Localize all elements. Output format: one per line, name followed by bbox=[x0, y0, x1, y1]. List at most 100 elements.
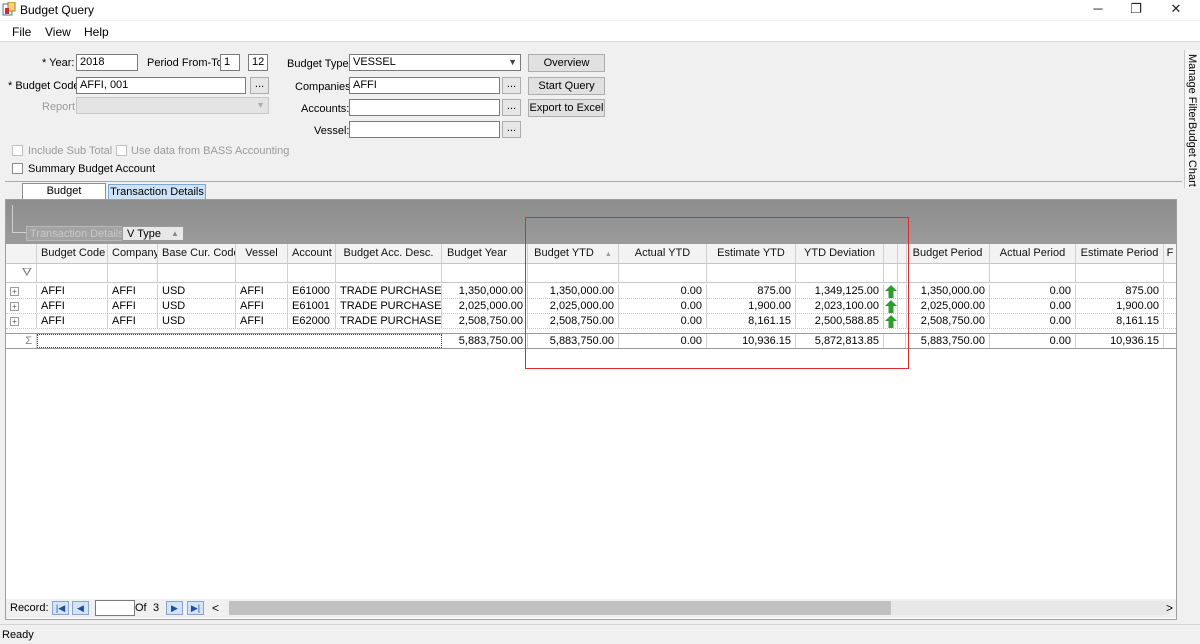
expand-plus-icon[interactable]: + bbox=[10, 302, 19, 311]
group-chip-transaction-details[interactable]: Transaction Details bbox=[26, 226, 128, 241]
minimize-button[interactable]: ─ bbox=[1080, 0, 1116, 20]
cell-account: E61001 bbox=[288, 299, 336, 313]
filter-cell[interactable] bbox=[442, 264, 528, 282]
accounts-browse-button[interactable]: ... bbox=[502, 99, 521, 116]
cell-estimate-period: 1,900.00 bbox=[1076, 299, 1164, 313]
companies-label: Companies: bbox=[295, 81, 354, 93]
companies-browse-button[interactable]: ... bbox=[502, 77, 521, 94]
cell-company: AFFI bbox=[108, 314, 158, 328]
filter-cell[interactable] bbox=[990, 264, 1076, 282]
scrollbar-thumb[interactable] bbox=[229, 601, 891, 615]
use-bass-checkbox[interactable] bbox=[116, 145, 127, 156]
sum-estimate-period: 10,936.15 bbox=[1076, 334, 1164, 348]
chevron-down-icon: ▼ bbox=[508, 57, 517, 67]
summary-budget-account-checkbox[interactable] bbox=[12, 163, 23, 174]
first-record-icon[interactable]: |◀ bbox=[52, 601, 69, 615]
col-budget-acc-desc[interactable]: Budget Acc. Desc. bbox=[336, 244, 442, 263]
highlight-box bbox=[525, 217, 909, 369]
horizontal-scrollbar[interactable] bbox=[229, 601, 1169, 615]
filter-cell[interactable] bbox=[37, 264, 108, 282]
cell-budget-period: 1,350,000.00 bbox=[906, 284, 990, 298]
chevron-down-icon: ▼ bbox=[256, 100, 265, 110]
status-bar: Ready bbox=[0, 624, 1200, 644]
last-record-icon[interactable]: ▶| bbox=[187, 601, 204, 615]
row-expander[interactable]: + bbox=[6, 314, 37, 328]
menu-file[interactable]: File bbox=[12, 25, 31, 39]
cell-estimate-period: 8,161.15 bbox=[1076, 314, 1164, 328]
budget-code-browse-button[interactable]: ... bbox=[250, 77, 269, 94]
cell-base-cur: USD bbox=[158, 284, 236, 298]
filter-icon[interactable]: ⛛ bbox=[6, 264, 37, 282]
filter-cell[interactable] bbox=[1076, 264, 1164, 282]
col-actual-period[interactable]: Actual Period bbox=[990, 244, 1076, 263]
row-expander[interactable]: + bbox=[6, 299, 37, 313]
filter-cell[interactable] bbox=[906, 264, 990, 282]
app-icon bbox=[2, 2, 16, 16]
row-expander[interactable]: + bbox=[6, 284, 37, 298]
accounts-input[interactable] bbox=[349, 99, 500, 116]
col-estimate-period[interactable]: Estimate Period bbox=[1076, 244, 1164, 263]
close-button[interactable]: ✕ bbox=[1158, 0, 1194, 20]
col-account[interactable]: Account bbox=[288, 244, 336, 263]
menu-help[interactable]: Help bbox=[84, 25, 109, 39]
manage-filter-tab[interactable]: Manage Filter bbox=[1186, 54, 1198, 121]
record-total: 3 bbox=[153, 602, 160, 614]
record-current-input[interactable] bbox=[95, 600, 135, 616]
expand-plus-icon[interactable]: + bbox=[10, 317, 19, 326]
maximize-button[interactable]: ❐ bbox=[1118, 0, 1154, 20]
budget-chart-tab[interactable]: Budget Chart bbox=[1186, 122, 1198, 187]
period-from-input[interactable]: 1 bbox=[220, 54, 240, 71]
vessel-label: Vessel: bbox=[314, 125, 350, 137]
cell-company: AFFI bbox=[108, 299, 158, 313]
menu-bar: File View Help bbox=[0, 21, 1200, 42]
budget-code-input[interactable]: AFFI, 001 bbox=[76, 77, 246, 94]
export-excel-button[interactable]: Export to Excel bbox=[528, 99, 605, 117]
filter-cell[interactable] bbox=[108, 264, 158, 282]
cell-budget-period: 2,508,750.00 bbox=[906, 314, 990, 328]
cell-vessel: AFFI bbox=[236, 314, 288, 328]
group-chip-label: V Type bbox=[127, 228, 162, 240]
period-to-input[interactable]: 12 bbox=[248, 54, 268, 71]
include-sub-total-checkbox[interactable] bbox=[12, 145, 23, 156]
cell-estimate-period: 875.00 bbox=[1076, 284, 1164, 298]
next-record-icon[interactable]: ▶ bbox=[166, 601, 183, 615]
tab-strip-line bbox=[5, 181, 1182, 182]
cell-actual-period: 0.00 bbox=[990, 284, 1076, 298]
filter-cell[interactable] bbox=[236, 264, 288, 282]
filter-cell[interactable] bbox=[158, 264, 236, 282]
group-connector bbox=[12, 205, 26, 233]
row-indicator-header bbox=[6, 244, 37, 263]
col-vessel[interactable]: Vessel bbox=[236, 244, 288, 263]
year-input[interactable]: 2018 bbox=[76, 54, 138, 71]
budget-type-select[interactable]: VESSEL ▼ bbox=[349, 54, 521, 71]
sum-actual-period: 0.00 bbox=[990, 334, 1076, 348]
tab-transaction-details[interactable]: Transaction Details bbox=[108, 184, 206, 200]
col-company[interactable]: Company bbox=[108, 244, 158, 263]
scroll-right-icon[interactable]: > bbox=[1166, 601, 1173, 615]
prev-record-icon[interactable]: ◀ bbox=[72, 601, 89, 615]
filter-cell[interactable] bbox=[336, 264, 442, 282]
group-chip-v-type[interactable]: V Type ▲ bbox=[122, 226, 184, 241]
col-budget-period[interactable]: Budget Period bbox=[906, 244, 990, 263]
record-label: Record: bbox=[10, 602, 49, 614]
expand-plus-icon[interactable]: + bbox=[10, 287, 19, 296]
col-more[interactable]: F bbox=[1164, 244, 1176, 263]
col-budget-code[interactable]: Budget Code bbox=[37, 244, 108, 263]
col-budget-year[interactable]: Budget Year bbox=[442, 244, 528, 263]
scroll-left-icon[interactable]: < bbox=[212, 601, 219, 615]
cell-desc: TRADE PURCHASE... bbox=[336, 284, 442, 298]
menu-view[interactable]: View bbox=[45, 25, 71, 39]
col-base-cur-code[interactable]: Base Cur. Code bbox=[158, 244, 236, 263]
accounts-label: Accounts: bbox=[301, 103, 350, 115]
start-query-button[interactable]: Start Query bbox=[528, 77, 605, 95]
overview-button[interactable]: Overview bbox=[528, 54, 605, 72]
companies-input[interactable]: AFFI bbox=[349, 77, 500, 94]
cell-vessel: AFFI bbox=[236, 284, 288, 298]
vessel-browse-button[interactable]: ... bbox=[502, 121, 521, 138]
report-select[interactable]: ▼ bbox=[76, 97, 269, 114]
sigma-icon: Σ bbox=[6, 334, 37, 348]
filter-cell[interactable] bbox=[288, 264, 336, 282]
vessel-input[interactable] bbox=[349, 121, 500, 138]
budget-code-label: * Budget Code: bbox=[8, 80, 83, 92]
side-tab-strip: Manage Filter Budget Chart bbox=[1184, 50, 1200, 188]
